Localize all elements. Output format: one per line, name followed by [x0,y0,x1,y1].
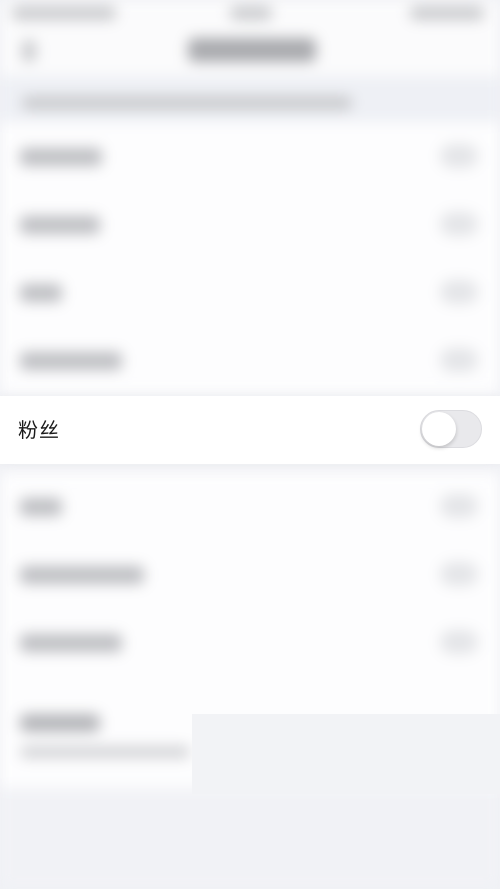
row-toggle[interactable] [440,630,478,654]
status-carrier [12,6,116,20]
row-label [20,714,100,732]
settings-row[interactable] [0,326,500,394]
row-subtitle [20,746,190,758]
settings-row[interactable] [0,122,500,190]
overlay-panel [192,714,500,794]
settings-row[interactable] [0,190,500,258]
row-toggle[interactable] [440,212,478,236]
settings-group-bottom [0,472,500,692]
row-label [20,284,62,302]
nav-bar [0,28,500,76]
row-label [20,498,62,516]
settings-row-fans[interactable]: 粉丝 [0,396,500,464]
settings-row[interactable] [0,472,500,540]
row-toggle[interactable] [440,144,478,168]
back-icon[interactable] [22,40,36,62]
row-toggle[interactable] [440,494,478,518]
row-label [20,148,102,166]
battery-icon [410,6,484,20]
fans-toggle[interactable] [420,410,482,448]
settings-row[interactable] [0,258,500,326]
toggle-knob[interactable] [422,412,456,446]
page-title [188,38,316,62]
status-time [230,6,272,20]
status-bar [0,0,500,28]
row-label [20,634,122,652]
page-bottom [0,788,500,889]
settings-row[interactable] [0,540,500,608]
row-label [20,216,100,234]
row-label [20,352,122,370]
fans-label: 粉丝 [18,418,60,442]
settings-group-top [0,122,500,394]
row-toggle[interactable] [440,348,478,372]
settings-row[interactable] [0,608,500,676]
row-toggle[interactable] [440,280,478,304]
row-toggle[interactable] [440,562,478,586]
row-label [20,566,144,584]
section-description [22,96,352,110]
